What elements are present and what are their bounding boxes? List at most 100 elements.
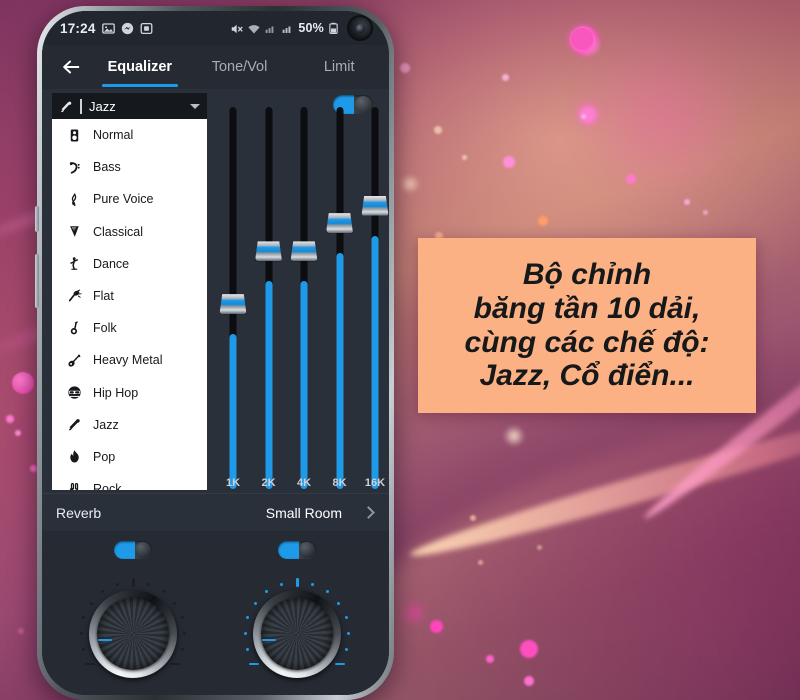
eq-slider-4K[interactable]: 4K — [287, 103, 321, 493]
back-arrow-icon[interactable] — [52, 48, 90, 86]
knob-tick — [85, 662, 96, 666]
trumpet-icon — [64, 415, 84, 435]
tab-limit[interactable]: Limit — [289, 45, 389, 89]
bokeh-dot — [573, 99, 603, 129]
bokeh-dot — [538, 216, 548, 226]
bokeh-dot — [400, 174, 420, 194]
knob-indicator — [98, 638, 112, 642]
knob-tick — [131, 577, 135, 587]
preset-option-jazz[interactable]: Jazz — [52, 409, 207, 441]
preset-option-bass[interactable]: Bass — [52, 151, 207, 183]
knob-tick — [243, 631, 247, 635]
eq-slider-handle[interactable] — [255, 241, 282, 262]
preset-option-label: Bass — [93, 160, 121, 175]
knob-tick — [245, 647, 249, 651]
bokeh-dot — [502, 74, 509, 81]
callout-box: Bộ chỉnh băng tần 10 dải, cùng các chế độ:… — [418, 238, 756, 413]
eq-slider-1K[interactable]: 1K — [216, 103, 250, 493]
preset-option-flat[interactable]: Flat — [52, 280, 207, 312]
bokeh-dot — [571, 26, 597, 52]
preset-option-label: Flat — [93, 289, 114, 304]
preset-option-pop[interactable]: Pop — [52, 441, 207, 473]
preset-option-label: Pop — [93, 449, 116, 464]
preset-option-pure-voice[interactable]: Pure Voice — [52, 183, 207, 215]
bokeh-dot — [571, 27, 598, 54]
bokeh-dot — [15, 430, 21, 436]
phone-device-frame: 17:24 50% Equalizer Tone/Vol Limit Jazz … — [35, 6, 394, 700]
knob-tick — [82, 615, 86, 619]
trumpet-icon — [59, 99, 74, 114]
eq-slider-label: 1K — [225, 477, 241, 489]
bokeh-dot — [462, 155, 467, 160]
callout-line: băng tần 10 dải, — [473, 291, 701, 325]
photo-icon — [101, 22, 115, 35]
volume-up-button[interactable] — [35, 206, 39, 232]
knob-tick — [249, 662, 260, 666]
tab-tone-vol[interactable]: Tone/Vol — [190, 45, 290, 89]
eq-slider-16K[interactable]: 16K — [358, 103, 389, 493]
preset-option-label: Hip Hop — [93, 385, 139, 400]
bokeh-dot — [470, 515, 476, 521]
right-knob-toggle[interactable] — [278, 541, 316, 559]
knob-tick — [337, 601, 341, 605]
reverb-label: Reverb — [56, 504, 102, 521]
equalizer-sliders: 1K 2K 4K 8K 16K — [210, 89, 389, 493]
bokeh-dot — [581, 114, 586, 119]
preset-select[interactable]: Jazz — [52, 93, 207, 119]
preset-option-folk[interactable]: Folk — [52, 312, 207, 344]
tab-bar: Equalizer Tone/Vol Limit — [42, 45, 389, 89]
eq-slider-2K[interactable]: 2K — [252, 103, 286, 493]
eq-slider-handle[interactable] — [326, 213, 353, 234]
eq-slider-fill — [265, 281, 272, 489]
knob-tick — [147, 583, 151, 586]
status-bar-right: 50% — [230, 15, 373, 41]
rock-hand-icon — [64, 479, 84, 490]
preset-option-hip-hop[interactable]: Hip Hop — [52, 377, 207, 409]
preset-option-dance[interactable]: Dance — [52, 248, 207, 280]
callout-line: cùng các chế độ: — [464, 325, 710, 359]
preset-option-rock[interactable]: Rock — [52, 473, 207, 490]
preset-option-heavy-metal[interactable]: Heavy Metal — [52, 344, 207, 376]
knob-tick — [115, 583, 119, 586]
treble-clef-icon — [64, 189, 84, 209]
right-knob[interactable] — [261, 598, 333, 670]
bokeh-dot — [571, 28, 593, 50]
reverb-value: Small Room — [265, 504, 342, 521]
preset-option-label: Dance — [93, 256, 130, 271]
bokeh-dot — [570, 28, 594, 52]
left-knob-toggle[interactable] — [114, 541, 152, 559]
flame-icon — [64, 447, 84, 467]
preset-option-normal[interactable]: Normal — [52, 119, 207, 151]
messenger-icon — [121, 22, 134, 35]
signal-icon — [281, 22, 294, 35]
eq-slider-label: 2K — [261, 477, 276, 489]
knob-tick — [79, 631, 83, 635]
eq-slider-fill — [300, 281, 308, 489]
knob-indicator — [262, 638, 276, 642]
eq-slider-handle[interactable] — [361, 195, 389, 216]
bokeh-dot — [430, 620, 443, 633]
preset-dropdown-menu[interactable]: Normal Bass Pure Voice Classical Dance Flat Fo… — [52, 119, 207, 490]
chevron-down-icon — [190, 103, 200, 109]
phone-screen-bezel: 17:24 50% Equalizer Tone/Vol Limit Jazz … — [42, 11, 389, 695]
eq-slider-handle[interactable] — [219, 294, 247, 315]
preset-option-label: Pure Voice — [93, 192, 154, 207]
bokeh-dot — [580, 107, 596, 123]
eq-slider-8K[interactable]: 8K — [323, 103, 357, 493]
preset-option-classical[interactable]: Classical — [52, 216, 207, 248]
tab-equalizer[interactable]: Equalizer — [90, 45, 190, 89]
app-screen: 17:24 50% Equalizer Tone/Vol Limit Jazz … — [42, 11, 389, 695]
eq-slider-handle[interactable] — [290, 241, 318, 262]
preset-option-label: Jazz — [93, 417, 119, 432]
app-icon — [140, 22, 153, 35]
bass-clef-icon — [64, 157, 84, 177]
volume-down-button[interactable] — [35, 254, 39, 308]
eq-slider-fill — [229, 334, 237, 489]
eq-slider-label: 4K — [296, 477, 312, 489]
bokeh-dot — [524, 676, 534, 686]
knob-tick — [253, 601, 257, 605]
reverb-row[interactable]: Reverb Small Room — [42, 493, 389, 531]
preset-option-label: Normal — [93, 128, 134, 143]
knob-tick — [265, 590, 269, 594]
left-knob[interactable] — [97, 598, 169, 670]
